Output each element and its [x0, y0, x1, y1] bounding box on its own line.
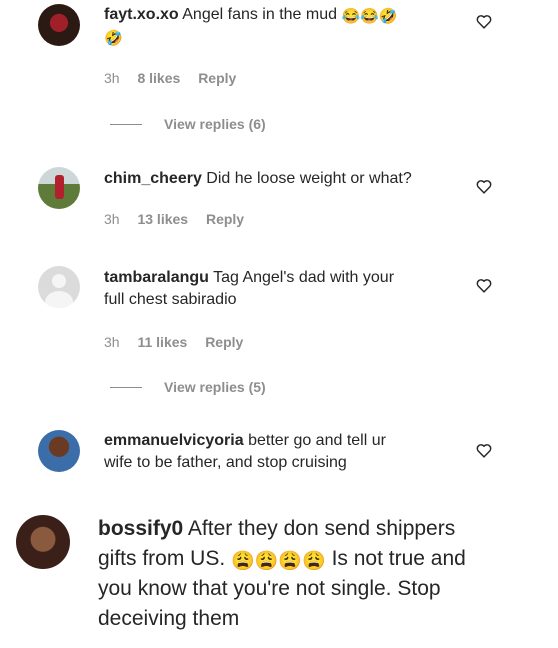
comment-text-line2-prefix: gifts from US.: [98, 547, 226, 570]
comment-text: Did he loose weight or what?: [206, 170, 412, 187]
avatar[interactable]: [38, 430, 80, 472]
timestamp: 3h: [104, 70, 120, 86]
laughing-emoji: 😂: [341, 8, 361, 25]
comment-meta: 3h 13 likes Reply: [104, 211, 258, 227]
likes-count[interactable]: 11 likes: [137, 334, 187, 350]
reply-button[interactable]: Reply: [205, 334, 243, 350]
comment-text-line1: Tag Angel's dad with your: [213, 269, 395, 286]
comment-text: Angel fans in the mud: [182, 6, 338, 23]
likes-count[interactable]: 13 likes: [137, 211, 188, 227]
heart-icon[interactable]: [476, 179, 492, 194]
likes-count[interactable]: 8 likes: [137, 70, 180, 86]
timestamp: 3h: [104, 211, 120, 227]
divider-line: [110, 386, 142, 388]
default-avatar-icon: [52, 274, 66, 288]
weary-face-emoji: 😩: [231, 551, 255, 572]
avatar[interactable]: [16, 515, 70, 569]
weary-face-emoji: 😩: [278, 551, 303, 572]
comment-text-line4: deceiving them: [98, 607, 240, 630]
comment-text-line2: wife to be father, and stop cruising: [104, 454, 347, 471]
view-replies-button[interactable]: View replies (6): [110, 116, 266, 132]
comment-body: bossify0 After they don send shippers gi…: [98, 514, 548, 634]
comment-text-line1: After they don send shippers: [187, 517, 456, 540]
comment-meta: 3h 8 likes Reply: [104, 70, 250, 86]
comment-body: emmanuelvicyoria better go and tell ur w…: [104, 430, 474, 474]
heart-icon[interactable]: [476, 443, 492, 458]
comment-text-line3: you know that you're not single. Stop: [98, 577, 441, 600]
timestamp: 3h: [104, 334, 120, 350]
comment-body: chim_cheery Did he loose weight or what?: [104, 168, 474, 190]
view-replies-label: View replies (6): [164, 116, 266, 132]
avatar-default[interactable]: [38, 266, 80, 308]
view-replies-button[interactable]: View replies (5): [110, 379, 266, 395]
comment-text-line1: better go and tell ur: [248, 432, 386, 449]
comment-body: tambaralangu Tag Angel's dad with your f…: [104, 267, 474, 311]
heart-icon[interactable]: [476, 14, 492, 29]
view-replies-label: View replies (5): [164, 379, 266, 395]
heart-icon[interactable]: [476, 278, 492, 293]
comment-text-line2: full chest sabiradio: [104, 291, 237, 308]
rofl-emoji: 🤣: [104, 30, 123, 47]
username[interactable]: tambaralangu: [104, 269, 209, 286]
laughing-emoji: 😂: [360, 8, 379, 25]
username[interactable]: fayt.xo.xo: [104, 6, 179, 23]
comment-body: fayt.xo.xo Angel fans in the mud 😂😂🤣 🤣: [104, 4, 464, 48]
username[interactable]: emmanuelvicyoria: [104, 432, 244, 449]
username[interactable]: chim_cheery: [104, 170, 202, 187]
divider-line: [110, 123, 142, 125]
username[interactable]: bossify0: [98, 517, 183, 540]
weary-face-emoji: 😩: [254, 551, 279, 572]
avatar[interactable]: [38, 167, 80, 209]
comment-meta: 3h 11 likes Reply: [104, 334, 257, 350]
rofl-emoji: 🤣: [378, 8, 398, 25]
avatar[interactable]: [38, 4, 80, 46]
comment-text-line2-suffix: Is not true and: [331, 547, 466, 570]
reply-button[interactable]: Reply: [206, 211, 244, 227]
weary-face-emoji: 😩: [302, 551, 326, 572]
reply-button[interactable]: Reply: [198, 70, 236, 86]
